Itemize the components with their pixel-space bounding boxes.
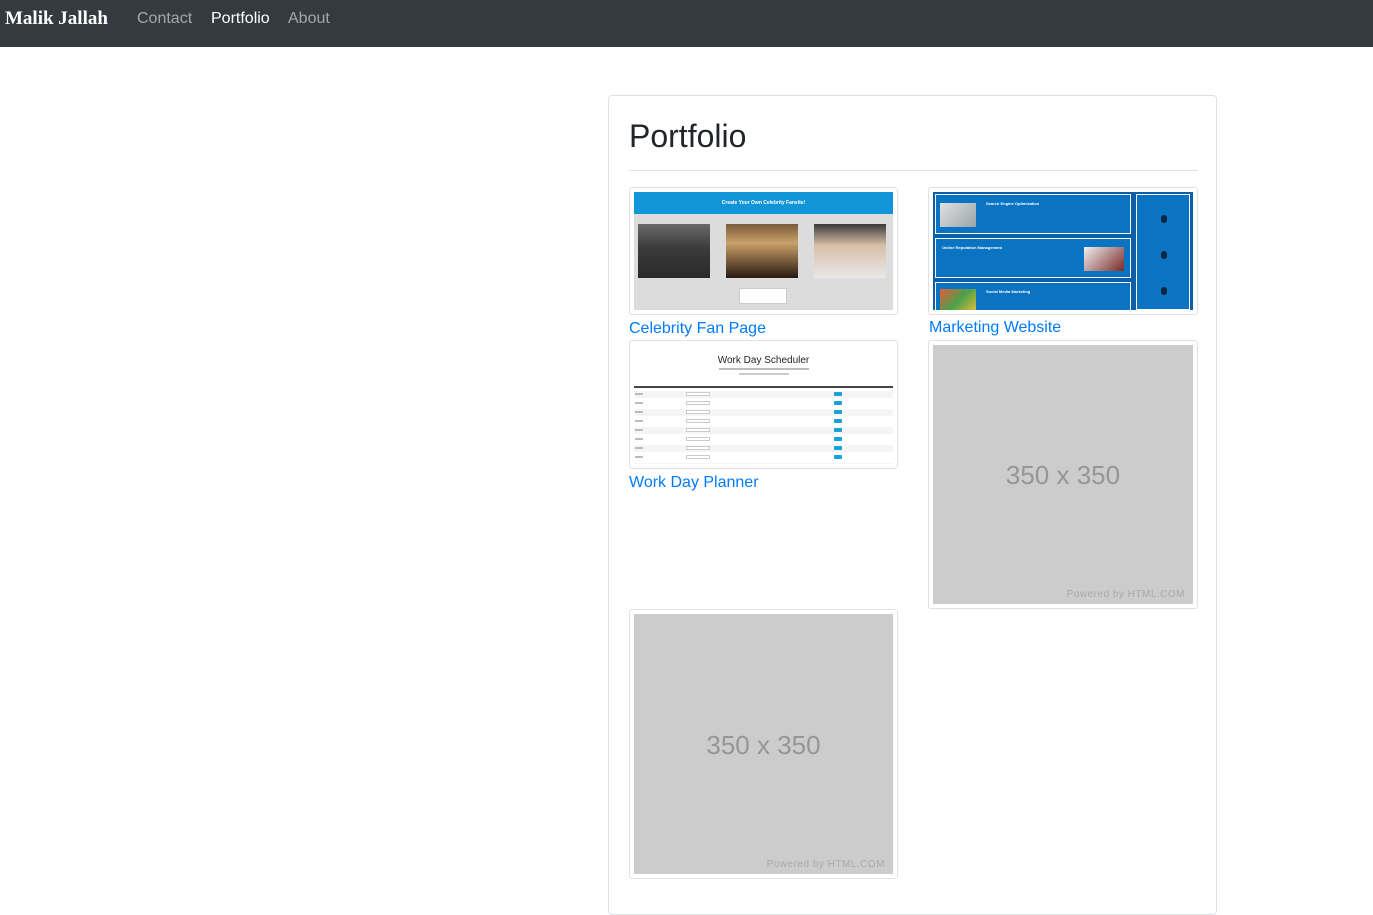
planner-subtitle [719,368,809,370]
portfolio-card: Portfolio Create Your Own Celebrity Fans… [608,95,1217,915]
celebrity-photo-1 [638,224,710,278]
placeholder-thumbnail-2[interactable]: 350 x 350 Powered by HTML.COM [629,609,898,879]
social-panel: Social Media Marketing [935,282,1131,310]
navbar: Malik Jallah Contact Portfolio About [0,0,1373,47]
planner-row [634,427,893,434]
placeholder-footer-1: Powered by HTML.COM [1066,589,1185,600]
marketing-screenshot: Search Engine Optimization Online Reputa… [933,192,1193,310]
celebrity-form-box [739,288,787,304]
planner-screenshot: Work Day Scheduler [634,345,893,464]
brand-link[interactable]: Malik Jallah [5,8,108,30]
placeholder-size-text-1: 350 x 350 [1005,460,1121,490]
placeholder-image-2: 350 x 350 Powered by HTML.COM [634,614,893,874]
reputation-image [1084,247,1124,271]
planner-row [634,436,893,443]
celebrity-fan-page-thumbnail[interactable]: Create Your Own Celebrity Fansite! [629,187,898,315]
planner-row [634,463,893,464]
celebrity-photo-2 [726,224,798,278]
celebrity-thumb-header: Create Your Own Celebrity Fansite! [634,192,893,214]
work-day-planner-thumbnail[interactable]: Work Day Scheduler [629,340,898,469]
planner-row [634,391,893,398]
planner-row [634,400,893,407]
planner-row [634,454,893,461]
page-title: Portfolio [629,118,747,154]
reputation-panel: Online Reputation Management [935,238,1131,278]
placeholder-thumbnail-1[interactable]: 350 x 350 Powered by HTML.COM [928,340,1198,609]
planner-row [634,409,893,416]
brand-icon [1161,251,1167,259]
planner-date [739,373,789,375]
nav-portfolio-link[interactable]: Portfolio [211,10,270,28]
celebrity-fan-page-link[interactable]: Celebrity Fan Page [629,320,766,338]
marketing-sidebar [1136,194,1190,310]
seo-image [940,203,976,227]
seo-title: Search Engine Optimization [986,201,1040,206]
social-title: Social Media Marketing [986,289,1031,294]
social-image [940,289,976,310]
marketing-website-thumbnail[interactable]: Search Engine Optimization Online Reputa… [928,187,1198,315]
celebrity-screenshot: Create Your Own Celebrity Fansite! [634,192,893,310]
planner-row [634,418,893,425]
nav-contact-link[interactable]: Contact [137,10,192,28]
planner-divider [634,386,893,388]
celebrity-photo-3 [814,224,886,278]
placeholder-footer-2: Powered by HTML.COM [766,859,885,870]
placeholder-image-1: 350 x 350 Powered by HTML.COM [933,345,1193,604]
divider [629,170,1198,171]
seo-panel: Search Engine Optimization [935,194,1131,234]
cost-icon [1161,287,1167,295]
placeholder-size-text-2: 350 x 350 [706,730,821,760]
lead-icon [1161,215,1167,223]
reputation-title: Online Reputation Management [942,245,1003,250]
planner-thumb-title: Work Day Scheduler [717,355,810,366]
nav-about-link[interactable]: About [288,10,330,28]
planner-row [634,445,893,452]
work-day-planner-link[interactable]: Work Day Planner [629,474,759,492]
marketing-website-link[interactable]: Marketing Website [929,319,1061,337]
